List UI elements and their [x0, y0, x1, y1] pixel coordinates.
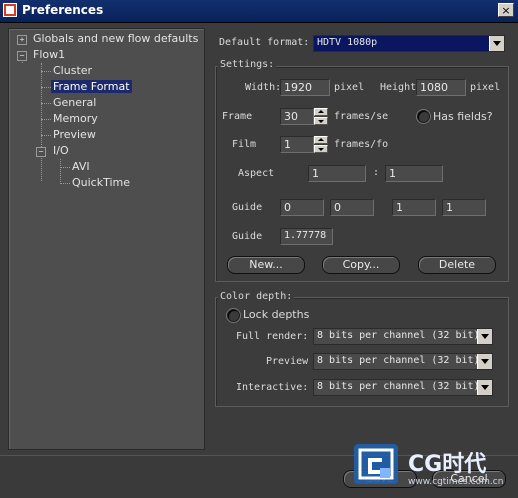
- guide-field-4[interactable]: 1: [442, 199, 486, 216]
- guide-field-2[interactable]: 0: [330, 199, 374, 216]
- lock-depths-radio[interactable]: [227, 309, 240, 322]
- settings-title: Settings:: [218, 59, 277, 70]
- interactive-depth-dropdown[interactable]: 8 bits per channel (32 bit): [313, 379, 493, 396]
- chevron-down-icon[interactable]: [477, 329, 492, 344]
- tree-connector: [41, 103, 51, 104]
- width-unit: pixel: [334, 82, 365, 93]
- width-field[interactable]: 1920: [280, 79, 330, 96]
- width-label: Width:: [245, 82, 282, 93]
- tree-item-general[interactable]: General: [53, 96, 96, 109]
- guide-field-3[interactable]: 1: [392, 199, 436, 216]
- frame-rate-unit: frames/se: [334, 111, 389, 122]
- aspect-x-field[interactable]: 1: [308, 165, 366, 182]
- tree-connector: [60, 159, 61, 184]
- arrow-down-icon[interactable]: [314, 145, 328, 153]
- tree-item-preview[interactable]: Preview: [53, 128, 96, 141]
- tree-item-cluster[interactable]: Cluster: [53, 64, 92, 77]
- tree-item-globals[interactable]: Globals and new flow defaults: [33, 32, 198, 45]
- chevron-down-icon[interactable]: [489, 36, 504, 51]
- aspect-y-field[interactable]: 1: [385, 165, 443, 182]
- default-format-value: HDTV 1080p: [317, 37, 378, 48]
- height-unit: pixel: [470, 82, 501, 93]
- default-format-dropdown[interactable]: HDTV 1080p: [313, 35, 505, 52]
- tree-connector: [60, 167, 70, 168]
- tree-connector: [60, 183, 70, 184]
- app-icon: [3, 3, 17, 17]
- guide-label: Guide: [232, 202, 263, 213]
- guide-field-1[interactable]: 0: [280, 199, 324, 216]
- preview-depth-label: Preview: [266, 356, 309, 367]
- chevron-down-icon[interactable]: [477, 354, 492, 369]
- tree-connector: [41, 119, 51, 120]
- has-fields-radio[interactable]: [417, 110, 430, 123]
- height-field[interactable]: 1080: [416, 79, 466, 96]
- full-render-label: Full render:: [236, 331, 309, 342]
- arrow-up-icon[interactable]: [314, 108, 328, 116]
- tree-connector: [41, 87, 51, 88]
- tree-item-quicktime[interactable]: QuickTime: [72, 176, 130, 189]
- has-fields-label: Has fields?: [433, 110, 493, 123]
- new-button[interactable]: New...: [227, 256, 305, 274]
- collapse-flow1-icon[interactable]: −: [17, 51, 27, 61]
- tree-item-io[interactable]: I/O: [53, 144, 69, 157]
- aspect-label: Aspect: [238, 168, 275, 179]
- preview-depth-value: 8 bits per channel (32 bit): [317, 355, 480, 366]
- default-format-label: Default format:: [219, 37, 310, 48]
- arrow-down-icon[interactable]: [314, 117, 328, 125]
- guide-ratio-field[interactable]: 1.77778: [280, 228, 333, 245]
- title-bar: Preferences ×: [0, 0, 518, 23]
- delete-button[interactable]: Delete: [418, 256, 496, 274]
- tree-connector: [41, 71, 51, 72]
- tree-item-flow1[interactable]: Flow1: [33, 48, 65, 61]
- cg-watermark-logo: CG时代 www.cgtimes.com.cn: [350, 438, 510, 494]
- tree-connector: [41, 135, 51, 136]
- tree-item-avi[interactable]: AVI: [72, 160, 90, 173]
- film-field[interactable]: 1: [280, 136, 314, 153]
- frame-rate-label: Frame: [222, 111, 253, 122]
- collapse-io-icon[interactable]: −: [36, 147, 46, 157]
- watermark-url: www.cgtimes.com.cn: [408, 477, 504, 487]
- frame-rate-stepper[interactable]: [314, 108, 328, 125]
- lock-depths-label: Lock depths: [243, 308, 310, 321]
- aspect-separator: :: [373, 167, 380, 178]
- expand-globals-icon[interactable]: +: [17, 35, 27, 45]
- film-label: Film: [232, 139, 257, 150]
- full-render-value: 8 bits per channel (32 bit): [317, 330, 480, 341]
- chevron-down-icon[interactable]: [477, 380, 492, 395]
- close-button[interactable]: ×: [498, 3, 514, 17]
- interactive-depth-label: Interactive:: [236, 382, 309, 393]
- height-label: Height: [380, 82, 417, 93]
- tree-item-frame-format[interactable]: Frame Format: [51, 80, 132, 93]
- arrow-up-icon[interactable]: [314, 136, 328, 144]
- preferences-tree[interactable]: + Globals and new flow defaults − Flow1 …: [8, 28, 205, 450]
- window-title: Preferences: [22, 3, 104, 17]
- copy-button[interactable]: Copy...: [322, 256, 400, 274]
- film-stepper[interactable]: [314, 136, 328, 153]
- preview-depth-dropdown[interactable]: 8 bits per channel (32 bit): [313, 353, 493, 370]
- tree-connector: [41, 63, 42, 181]
- film-unit: frames/fo: [334, 139, 389, 150]
- tree-item-memory[interactable]: Memory: [53, 112, 98, 125]
- full-render-dropdown[interactable]: 8 bits per channel (32 bit): [313, 328, 493, 345]
- guide-ratio-label: Guide: [232, 231, 263, 242]
- frame-rate-field[interactable]: 30: [280, 108, 314, 125]
- color-depth-title: Color depth:: [218, 291, 295, 302]
- watermark-brand: CG时代: [408, 452, 487, 477]
- interactive-depth-value: 8 bits per channel (32 bit): [317, 381, 480, 392]
